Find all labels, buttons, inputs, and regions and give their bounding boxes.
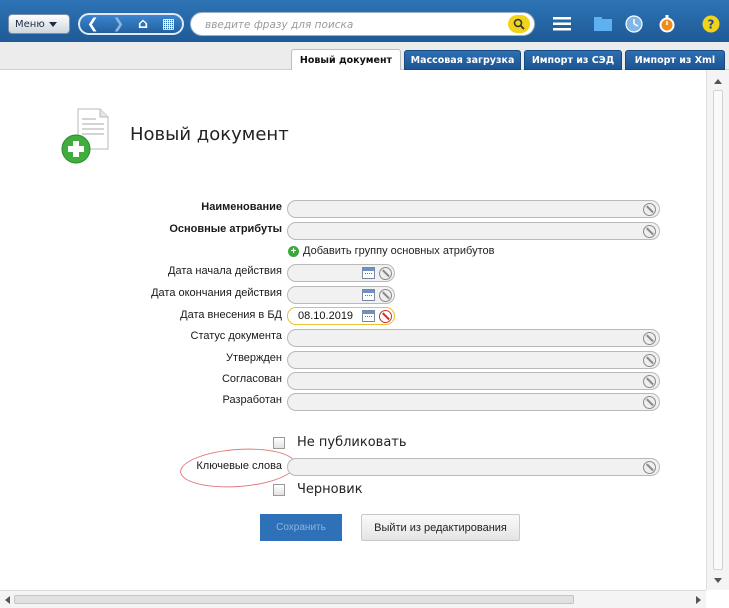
tab-import-sed[interactable]: Импорт из СЭД [524,50,622,70]
no-publish-row: Не публиковать [273,435,407,450]
approved-field[interactable] [287,351,660,369]
save-button[interactable]: Сохранить [260,514,342,541]
clear-icon[interactable] [643,354,656,367]
search-box [190,12,535,36]
scroll-left-icon[interactable] [4,596,10,604]
folder-icon[interactable] [592,13,614,35]
end-date-label: Дата окончания действия [151,287,282,299]
main-attributes-label: Основные атрибуты [169,223,282,235]
end-date-field[interactable] [287,286,395,304]
start-date-field[interactable] [287,264,395,282]
tab-mass-upload[interactable]: Массовая загрузка [404,50,521,70]
plus-icon: + [288,245,299,257]
grid-icon[interactable]: ▦ [162,16,175,32]
help-icon[interactable]: ? [700,13,722,35]
main-attributes-field[interactable] [287,222,660,240]
calendar-icon[interactable] [362,267,375,279]
nav-pill: ❮ ❯ ⌂ ▦ [78,13,184,35]
status-field[interactable] [287,329,660,347]
db-date-label: Дата внесения в БД [180,309,282,321]
search-input[interactable] [205,16,495,33]
svg-text:?: ? [708,18,715,32]
list-menu-icon[interactable] [551,13,573,35]
db-date-input[interactable] [298,309,362,323]
clear-icon[interactable] [643,461,656,474]
developed-label: Разработан [222,394,282,406]
clear-icon[interactable] [643,396,656,409]
scroll-up-icon[interactable] [714,78,722,84]
page-title: Новый документ [130,124,289,145]
clear-icon[interactable] [379,310,392,323]
timer-icon[interactable] [656,13,678,35]
no-publish-checkbox[interactable] [273,436,285,449]
db-date-field[interactable] [287,307,395,325]
developed-field[interactable] [287,393,660,411]
approved-label: Утвержден [226,352,282,364]
menu-button[interactable]: Меню [8,14,70,34]
calendar-icon[interactable] [362,310,375,322]
add-attribute-group-link[interactable]: + Добавить группу основных атрибутов [288,245,494,257]
top-toolbar: Меню ❮ ❯ ⌂ ▦ ? [0,0,729,42]
no-publish-label: Не публиковать [297,435,407,450]
agreed-label: Согласован [221,373,282,385]
clear-icon[interactable] [379,267,392,280]
draft-label: Черновик [297,482,363,497]
vertical-scroll-thumb[interactable] [713,90,723,570]
clear-icon[interactable] [643,332,656,345]
add-group-label: Добавить группу основных атрибутов [303,245,495,257]
tab-strip: Новый документ Массовая загрузка Импорт … [0,42,729,71]
vertical-scrollbar[interactable] [706,70,729,590]
clear-icon[interactable] [643,203,656,216]
main-content: Новый документ Наименование Основные атр… [0,70,706,590]
status-label: Статус документа [190,330,282,342]
horizontal-scrollbar[interactable] [0,590,706,608]
keywords-label: Ключевые слова [196,460,282,472]
name-field[interactable] [287,200,660,218]
tab-import-xml[interactable]: Импорт из Xml [625,50,725,70]
scroll-down-icon[interactable] [714,578,722,584]
name-label: Наименование [201,201,282,213]
start-date-label: Дата начала действия [168,265,282,277]
menu-label: Меню [15,18,45,30]
new-document-icon [60,105,116,167]
exit-edit-button[interactable]: Выйти из редактирования [361,514,520,541]
horizontal-scroll-thumb[interactable] [14,595,574,604]
forward-icon[interactable]: ❯ [112,16,124,32]
tab-new-document[interactable]: Новый документ [291,49,401,71]
draft-row: Черновик [273,482,363,497]
agreed-field[interactable] [287,372,660,390]
search-icon[interactable] [508,15,530,33]
back-icon[interactable]: ❮ [87,16,99,32]
calendar-icon[interactable] [362,289,375,301]
globe-clock-icon[interactable] [623,13,645,35]
keywords-field[interactable] [287,458,660,476]
scroll-right-icon[interactable] [696,596,702,604]
home-icon[interactable]: ⌂ [138,16,148,32]
draft-checkbox[interactable] [273,483,285,496]
clear-icon[interactable] [643,375,656,388]
clear-icon[interactable] [643,225,656,238]
chevron-down-icon [48,21,57,27]
clear-icon[interactable] [379,289,392,302]
